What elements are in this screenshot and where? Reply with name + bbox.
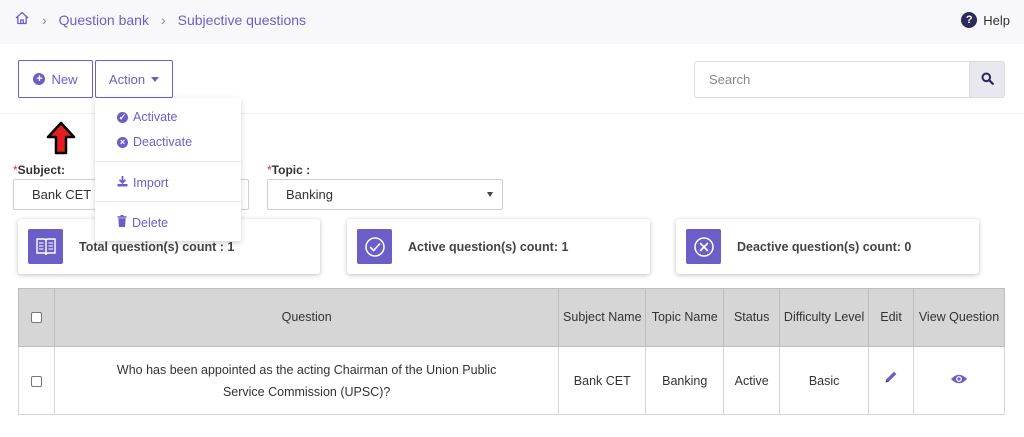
row-checkbox[interactable]	[30, 375, 42, 387]
eye-icon[interactable]	[950, 374, 968, 388]
red-arrow-annotation	[46, 121, 76, 158]
question-circle-icon: ?	[961, 12, 978, 28]
menu-divider	[95, 161, 241, 162]
header-view-question: View Question	[913, 288, 1005, 347]
row-question: Who has been appointed as the acting Cha…	[53, 346, 560, 415]
header-difficulty-level[interactable]: Difficulty Level	[779, 288, 870, 347]
total-count-label: Total question(s) count : 1	[79, 239, 235, 254]
menu-item-deactivate[interactable]: × Deactivate	[117, 135, 192, 149]
topic-label: *Topic :	[267, 163, 311, 177]
action-dropdown-menu: ✓ Activate × Deactivate Import Delete	[95, 98, 241, 241]
row-topic: Banking	[645, 346, 725, 415]
download-icon	[117, 175, 128, 190]
questions-table: Question Subject Name Topic Name Status …	[18, 288, 1005, 415]
active-count-label: Active question(s) count: 1	[408, 239, 569, 254]
topic-select-value: Banking	[286, 187, 333, 202]
search-icon	[981, 72, 994, 88]
row-view-cell	[913, 346, 1005, 415]
subject-label: *Subject:	[13, 163, 66, 177]
topic-select[interactable]: Banking	[267, 179, 503, 210]
subject-select-value: Bank CET	[32, 187, 92, 202]
pencil-icon[interactable]	[883, 371, 899, 388]
book-icon	[28, 229, 63, 264]
breadcrumb-subjective-questions[interactable]: Subjective questions	[178, 12, 306, 28]
header-status[interactable]: Status	[723, 288, 781, 347]
home-icon[interactable]	[14, 10, 30, 29]
search-button[interactable]	[969, 61, 1005, 98]
menu-item-activate[interactable]: ✓ Activate	[117, 110, 177, 124]
search-input[interactable]	[694, 61, 969, 98]
menu-divider	[95, 201, 241, 202]
active-count-card: Active question(s) count: 1	[347, 219, 650, 274]
action-button[interactable]: Action	[95, 60, 173, 98]
new-button-label: New	[51, 71, 78, 87]
chevron-right-icon: ›	[160, 11, 166, 28]
header-topic-name[interactable]: Topic Name	[645, 288, 725, 347]
check-circle-icon: ✓	[117, 111, 128, 123]
new-button[interactable]: + New	[18, 60, 93, 98]
table-row: Who has been appointed as the acting Cha…	[18, 346, 1005, 415]
header-question[interactable]: Question	[53, 288, 560, 347]
check-circle-icon	[357, 229, 392, 264]
row-difficulty: Basic	[779, 346, 870, 415]
menu-item-import[interactable]: Import	[117, 175, 168, 190]
caret-down-icon	[487, 192, 493, 197]
deactive-count-card: Deactive question(s) count: 0	[676, 219, 979, 274]
x-circle-icon: ×	[117, 136, 128, 148]
help-label: Help	[983, 12, 1010, 28]
row-subject: Bank CET	[558, 346, 647, 415]
caret-down-icon	[151, 76, 160, 82]
breadcrumb-question-bank[interactable]: Question bank	[59, 12, 149, 28]
x-circle-icon	[686, 229, 721, 264]
breadcrumb: › Question bank › Subjective questions	[14, 10, 306, 29]
top-bar: › Question bank › Subjective questions ?…	[0, 0, 1024, 44]
row-edit-cell	[868, 346, 915, 415]
help-link[interactable]: ? Help	[961, 12, 1010, 28]
action-button-label: Action	[108, 71, 146, 87]
plus-circle-icon: +	[33, 73, 46, 85]
trash-icon	[117, 215, 127, 230]
header-edit: Edit	[868, 288, 915, 347]
header-subject-name[interactable]: Subject Name	[558, 288, 647, 347]
chevron-right-icon: ›	[42, 11, 47, 28]
select-all-cell	[18, 288, 55, 347]
row-status: Active	[723, 346, 781, 415]
menu-item-delete[interactable]: Delete	[117, 215, 168, 230]
select-all-checkbox[interactable]	[30, 312, 42, 324]
table-header-row: Question Subject Name Topic Name Status …	[18, 288, 1005, 347]
deactive-count-label: Deactive question(s) count: 0	[737, 239, 912, 254]
row-select-cell	[18, 346, 55, 415]
